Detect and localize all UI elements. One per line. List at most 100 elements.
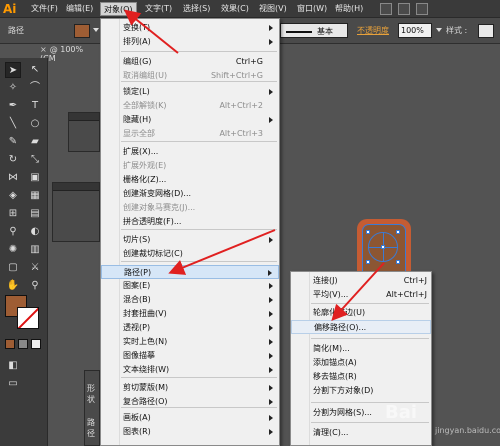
object-menu-item[interactable]: 创建裁切标记(C) <box>101 247 279 261</box>
path-submenu-item[interactable]: 连接(J) Ctrl+J <box>291 274 431 288</box>
close-icon[interactable]: × <box>40 45 47 54</box>
anchor-point[interactable] <box>366 260 370 264</box>
anchor-point[interactable] <box>381 245 385 249</box>
zoom-tool-icon[interactable]: ⚲ <box>27 278 43 294</box>
menu-help[interactable]: 帮助(H) <box>332 2 366 16</box>
object-menu-item[interactable]: 封套扭曲(V) <box>101 307 279 321</box>
object-menu-item[interactable]: 创建渐变网格(D)... <box>101 187 279 201</box>
panel-header[interactable] <box>53 183 99 191</box>
object-menu-item[interactable]: 混合(B) <box>101 293 279 307</box>
selection-tool-icon[interactable]: ➤ <box>5 62 21 78</box>
lasso-tool-icon[interactable]: ⌒ <box>27 80 43 96</box>
object-menu-item[interactable]: 透视(P) <box>101 321 279 335</box>
object-menu-item[interactable]: 画板(A) <box>101 411 279 425</box>
menu-edit[interactable]: 编辑(E) <box>63 2 96 16</box>
object-menu-item[interactable]: 剪切蒙版(M) <box>101 381 279 395</box>
graph-tool-icon[interactable]: ▥ <box>27 242 43 258</box>
fill-color-swatch[interactable] <box>74 24 90 38</box>
stroke-style-select[interactable]: 基本 <box>280 23 348 38</box>
panel-header[interactable] <box>69 113 99 121</box>
pen-tool-icon[interactable]: ✒ <box>5 98 21 114</box>
object-menu-item[interactable]: 排列(A) <box>101 35 279 49</box>
object-menu-item[interactable]: 路径(P) <box>101 265 279 279</box>
shape-builder-tool-icon[interactable]: ◈ <box>5 188 21 204</box>
mesh-tool-icon[interactable]: ⊞ <box>5 206 21 222</box>
artboard-tool-icon[interactable]: ▢ <box>5 260 21 276</box>
workspace-icon[interactable] <box>416 3 428 15</box>
symbol-sprayer-tool-icon[interactable]: ✺ <box>5 242 21 258</box>
line-tool-icon[interactable]: ╲ <box>5 116 21 132</box>
anchor-point[interactable] <box>396 230 400 234</box>
object-menu-item[interactable]: 编组(G) Ctrl+G <box>101 55 279 69</box>
menu-view[interactable]: 视图(V) <box>256 2 290 16</box>
document-tab[interactable]: ×@ 100% (CM <box>40 45 100 63</box>
object-menu-item[interactable]: 文本绕排(W) <box>101 363 279 377</box>
type-tool-icon[interactable]: T <box>27 98 43 114</box>
ellipse-tool-icon[interactable]: ○ <box>27 116 43 132</box>
none-mode-icon[interactable] <box>31 339 41 349</box>
magic-wand-tool-icon[interactable]: ✧ <box>5 80 21 96</box>
gradient-mode-icon[interactable] <box>18 339 28 349</box>
gradient-tool-icon[interactable]: ▤ <box>27 206 43 222</box>
object-menu-item[interactable]: 图表(R) <box>101 425 279 439</box>
path-submenu-item[interactable]: 平均(V)... Alt+Ctrl+J <box>291 288 431 302</box>
style-swatch[interactable] <box>478 24 494 38</box>
object-menu-item[interactable]: 扩展(X)... <box>101 145 279 159</box>
anchor-point[interactable] <box>366 230 370 234</box>
drawing-mode-icon[interactable]: ◧ <box>5 358 21 374</box>
opacity-input[interactable]: 100% <box>398 23 432 38</box>
object-menu-item[interactable]: 隐藏(H) <box>101 113 279 127</box>
perspective-grid-tool-icon[interactable]: ▦ <box>27 188 43 204</box>
screen-mode-icon[interactable]: ▭ <box>5 376 21 392</box>
rotate-tool-icon[interactable]: ↻ <box>5 152 21 168</box>
object-menu-item[interactable]: 创建对象马赛克(J)... <box>101 201 279 215</box>
path-submenu-item[interactable]: 偏移路径(O)... <box>291 320 431 334</box>
menu-item-label: 移去锚点(R) <box>313 372 357 381</box>
eraser-tool-icon[interactable]: ▰ <box>27 134 43 150</box>
menu-effect[interactable]: 效果(C) <box>218 2 252 16</box>
path-submenu-item[interactable]: 添加锚点(A) <box>291 356 431 370</box>
blend-tool-icon[interactable]: ◐ <box>27 224 43 240</box>
color-mode-icon[interactable] <box>5 339 15 349</box>
menu-object[interactable]: 对象(O) <box>100 2 137 16</box>
free-transform-tool-icon[interactable]: ▣ <box>27 170 43 186</box>
floating-panel[interactable] <box>52 182 100 242</box>
object-menu-item[interactable]: 取消编组(U) Shift+Ctrl+G <box>101 69 279 83</box>
path-submenu-item[interactable]: 轮廓化描边(U) <box>291 306 431 320</box>
object-menu-item[interactable]: 变换(T) <box>101 21 279 35</box>
hand-tool-icon[interactable]: ✋ <box>5 278 21 294</box>
bridge-icon[interactable] <box>380 3 392 15</box>
anchor-point[interactable] <box>396 260 400 264</box>
object-menu-item[interactable]: 实时上色(N) <box>101 335 279 349</box>
object-menu-item[interactable]: 全部解锁(K) Alt+Ctrl+2 <box>101 99 279 113</box>
floating-panel[interactable] <box>68 112 100 152</box>
floating-panel[interactable]: 形状 路径 <box>84 370 100 446</box>
stroke-swatch[interactable] <box>17 307 39 329</box>
eyedropper-tool-icon[interactable]: ⚲ <box>5 224 21 240</box>
object-menu-item[interactable]: 显示全部 Alt+Ctrl+3 <box>101 127 279 141</box>
opacity-label[interactable]: 不透明度 <box>357 25 389 36</box>
object-menu-item[interactable]: 切片(S) <box>101 233 279 247</box>
object-menu-item[interactable]: 扩展外观(E) <box>101 159 279 173</box>
object-menu-item[interactable]: 锁定(L) <box>101 85 279 99</box>
object-menu-item[interactable]: 拼合透明度(F)... <box>101 215 279 229</box>
object-menu-item[interactable]: 图像描摹 <box>101 349 279 363</box>
path-submenu-item[interactable]: 简化(M)... <box>291 342 431 356</box>
menu-type[interactable]: 文字(T) <box>142 2 175 16</box>
slice-tool-icon[interactable]: ⚔ <box>27 260 43 276</box>
path-submenu-item[interactable]: 分割下方对象(D) <box>291 384 431 398</box>
object-menu-item[interactable]: 栅格化(Z)... <box>101 173 279 187</box>
path-submenu-item[interactable]: 移去锚点(R) <box>291 370 431 384</box>
object-menu-item[interactable]: 图案(E) <box>101 279 279 293</box>
menu-window[interactable]: 窗口(W) <box>294 2 330 16</box>
menu-file[interactable]: 文件(F) <box>28 2 61 16</box>
stock-icon[interactable] <box>398 3 410 15</box>
scale-tool-icon[interactable]: ⤡ <box>27 152 43 168</box>
chevron-down-icon[interactable] <box>93 28 99 32</box>
direct-selection-tool-icon[interactable]: ↖ <box>27 62 43 78</box>
object-menu-item[interactable]: 复合路径(O) <box>101 395 279 409</box>
chevron-down-icon[interactable] <box>436 28 442 32</box>
menu-select[interactable]: 选择(S) <box>180 2 213 16</box>
width-tool-icon[interactable]: ⋈ <box>5 170 21 186</box>
brush-tool-icon[interactable]: ✎ <box>5 134 21 150</box>
